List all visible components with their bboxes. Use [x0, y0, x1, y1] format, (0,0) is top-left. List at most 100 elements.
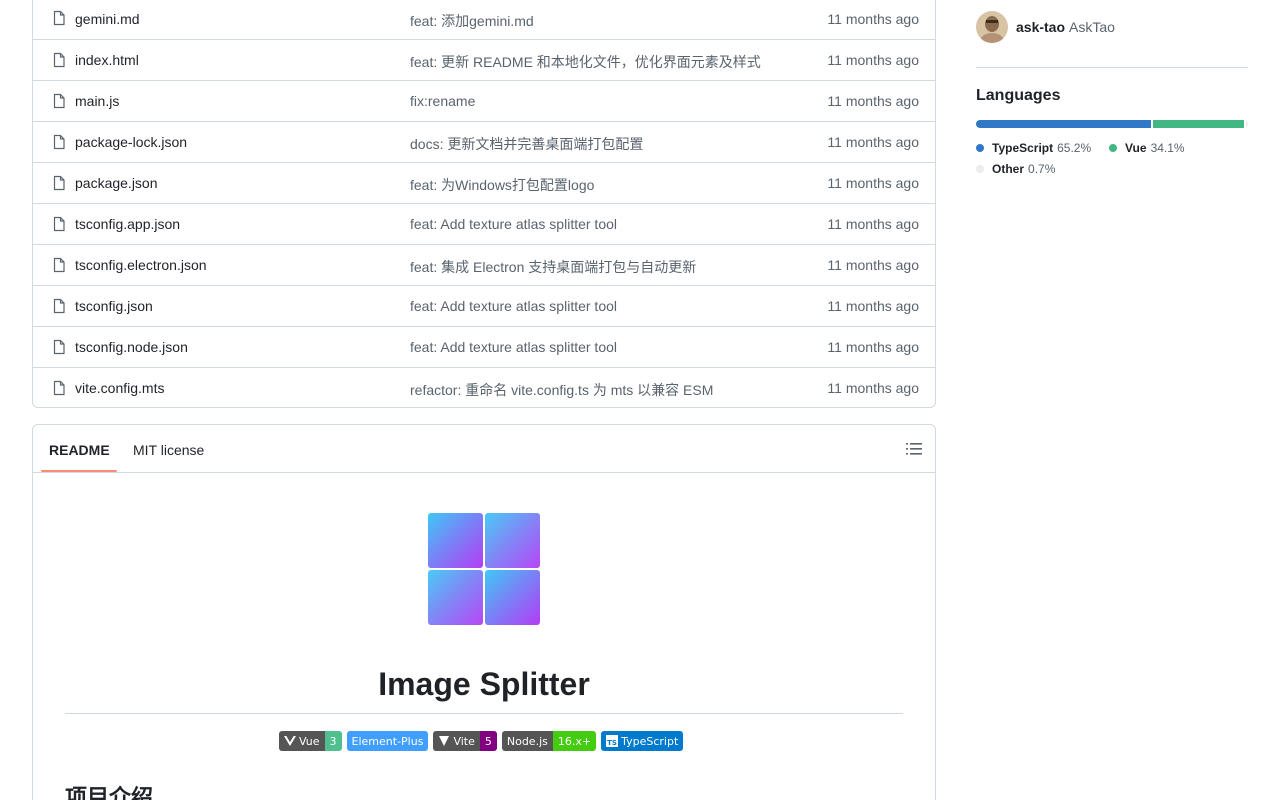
commit-message-link[interactable]: feat: 为Windows打包配置logo [410, 175, 594, 195]
file-row[interactable]: vite.config.mts refactor: 重命名 vite.config… [33, 367, 935, 408]
commit-message-link[interactable]: fix:rename [410, 93, 475, 109]
sidebar-divider [976, 67, 1248, 68]
commit-time: 11 months ago [827, 339, 919, 355]
language-bar [976, 120, 1248, 128]
avatar[interactable] [976, 11, 1008, 43]
badge-value: TS TypeScript [601, 731, 684, 751]
language-dot-icon [976, 165, 984, 173]
title-divider [65, 713, 903, 714]
badge[interactable]: TS TypeScript [601, 731, 684, 751]
badge[interactable]: Element-Plus [346, 731, 429, 751]
language-percent: 0.7% [1028, 162, 1056, 176]
file-row[interactable]: package.json feat: 为Windows打包配置logo 11 mon… [33, 162, 935, 203]
file-icon [51, 216, 67, 232]
badge-label: Node.js [501, 731, 553, 751]
file-icon [51, 175, 67, 191]
language-name: Vue [1125, 141, 1147, 155]
language-name: Other [992, 162, 1025, 176]
badge-value-text: 3 [329, 734, 337, 748]
file-name-link[interactable]: main.js [75, 93, 119, 109]
badge-value: 3 [324, 731, 342, 751]
svg-text:TS: TS [607, 739, 617, 747]
badge-value-text: 5 [484, 734, 492, 748]
commit-time: 11 months ago [827, 93, 919, 109]
badge[interactable]: Node.js 16.x+ [501, 731, 597, 751]
language-item[interactable]: Other 0.7% [976, 162, 1055, 176]
language-bar-segment [1246, 120, 1248, 128]
commit-message-link[interactable]: feat: Add texture atlas splitter tool [410, 339, 617, 355]
contributor-name: AskTao [1069, 19, 1115, 35]
commit-time: 11 months ago [827, 11, 919, 27]
file-row[interactable]: package-lock.json docs: 更新文档并完善桌面端打包配置 11 … [33, 121, 935, 162]
badge-row: Vue 3 Element-Plus Vite 5 Node.js 16.x+ TS TypeS… [279, 731, 684, 751]
language-bar-segment [1152, 120, 1245, 128]
file-icon [51, 257, 67, 273]
file-row[interactable]: tsconfig.app.json feat: Add texture atlas… [33, 203, 935, 244]
commit-time: 11 months ago [827, 52, 919, 68]
commit-message-link[interactable]: docs: 更新文档并完善桌面端打包配置 [410, 134, 643, 154]
file-name-link[interactable]: tsconfig.electron.json [75, 257, 207, 273]
badge-value: Element-Plus [346, 731, 429, 751]
file-icon [51, 10, 67, 26]
contributor[interactable]: ask-tao AskTao [976, 11, 1115, 43]
commit-message-link[interactable]: feat: Add texture atlas splitter tool [410, 298, 617, 314]
badge-value-text: 16.x+ [557, 734, 592, 748]
language-item[interactable]: Vue 34.1% [1109, 141, 1185, 155]
badge-label: Vite [433, 731, 480, 751]
language-item[interactable]: TypeScript 65.2% [976, 141, 1091, 155]
list-icon [906, 443, 922, 455]
commit-time: 11 months ago [827, 380, 919, 396]
languages-heading: Languages [976, 87, 1061, 104]
file-row[interactable]: index.html feat: 更新 README 和本地化文件，优化界面元素及… [33, 39, 935, 80]
file-name-link[interactable]: package.json [75, 175, 158, 191]
tab-mit-license[interactable]: MIT license [133, 442, 204, 458]
file-name-link[interactable]: index.html [75, 52, 139, 68]
tab-readme[interactable]: README [49, 442, 110, 458]
app-logo [428, 513, 540, 625]
file-row[interactable]: tsconfig.json feat: Add texture atlas spl… [33, 285, 935, 326]
language-percent: 34.1% [1150, 141, 1185, 155]
commit-message-link[interactable]: feat: 集成 Electron 支持桌面端打包与自动更新 [410, 257, 696, 277]
file-row[interactable]: tsconfig.node.json feat: Add texture atla… [33, 326, 935, 367]
badge-label: Vue [279, 731, 325, 751]
file-row[interactable]: gemini.md feat: 添加gemini.md 11 months ago [33, 0, 935, 39]
badge-value: 16.x+ [552, 731, 597, 751]
file-icon [51, 380, 67, 396]
commit-message-link[interactable]: feat: 更新 README 和本地化文件，优化界面元素及样式 [410, 52, 761, 72]
commit-message-link[interactable]: feat: 添加gemini.md [410, 11, 534, 31]
commit-message-link[interactable]: feat: Add texture atlas splitter tool [410, 216, 617, 232]
file-name-link[interactable]: package-lock.json [75, 134, 187, 150]
badge[interactable]: Vue 3 [279, 731, 342, 751]
badge-value-text: TypeScript [621, 734, 679, 748]
file-name-link[interactable]: tsconfig.app.json [75, 216, 180, 232]
file-list: gemini.md feat: 添加gemini.md 11 months ago i… [32, 0, 936, 408]
badge-value: 5 [479, 731, 497, 751]
language-dot-icon [1109, 144, 1117, 152]
contributor-login[interactable]: ask-tao [1016, 19, 1065, 35]
file-icon [51, 298, 67, 314]
commit-time: 11 months ago [827, 134, 919, 150]
file-name-link[interactable]: vite.config.mts [75, 380, 164, 396]
file-row[interactable]: tsconfig.electron.json feat: 集成 Electron … [33, 244, 935, 285]
commit-time: 11 months ago [827, 175, 919, 191]
commit-message-link[interactable]: refactor: 重命名 vite.config.ts 为 mts 以兼容 E… [410, 380, 713, 400]
section-heading: 项目介绍 [65, 785, 154, 800]
badge[interactable]: Vite 5 [433, 731, 497, 751]
language-bar-segment [976, 120, 1151, 128]
readme-tab-bar: README MIT license [33, 425, 935, 473]
commit-time: 11 months ago [827, 257, 919, 273]
file-name-link[interactable]: tsconfig.json [75, 298, 153, 314]
file-name-link[interactable]: gemini.md [75, 11, 140, 27]
language-percent: 65.2% [1057, 141, 1092, 155]
outline-button[interactable] [903, 438, 925, 460]
project-title: Image Splitter [378, 666, 590, 702]
readme-panel: README MIT license Image Splitter Vue 3 … [32, 424, 936, 800]
file-icon [51, 134, 67, 150]
file-name-link[interactable]: tsconfig.node.json [75, 339, 188, 355]
commit-time: 11 months ago [827, 298, 919, 314]
tab-active-indicator [41, 470, 117, 472]
badge-value-text: Element-Plus [351, 734, 424, 748]
badge-label-text: Vite [453, 734, 475, 748]
file-icon [51, 339, 67, 355]
file-row[interactable]: main.js fix:rename 11 months ago [33, 80, 935, 121]
